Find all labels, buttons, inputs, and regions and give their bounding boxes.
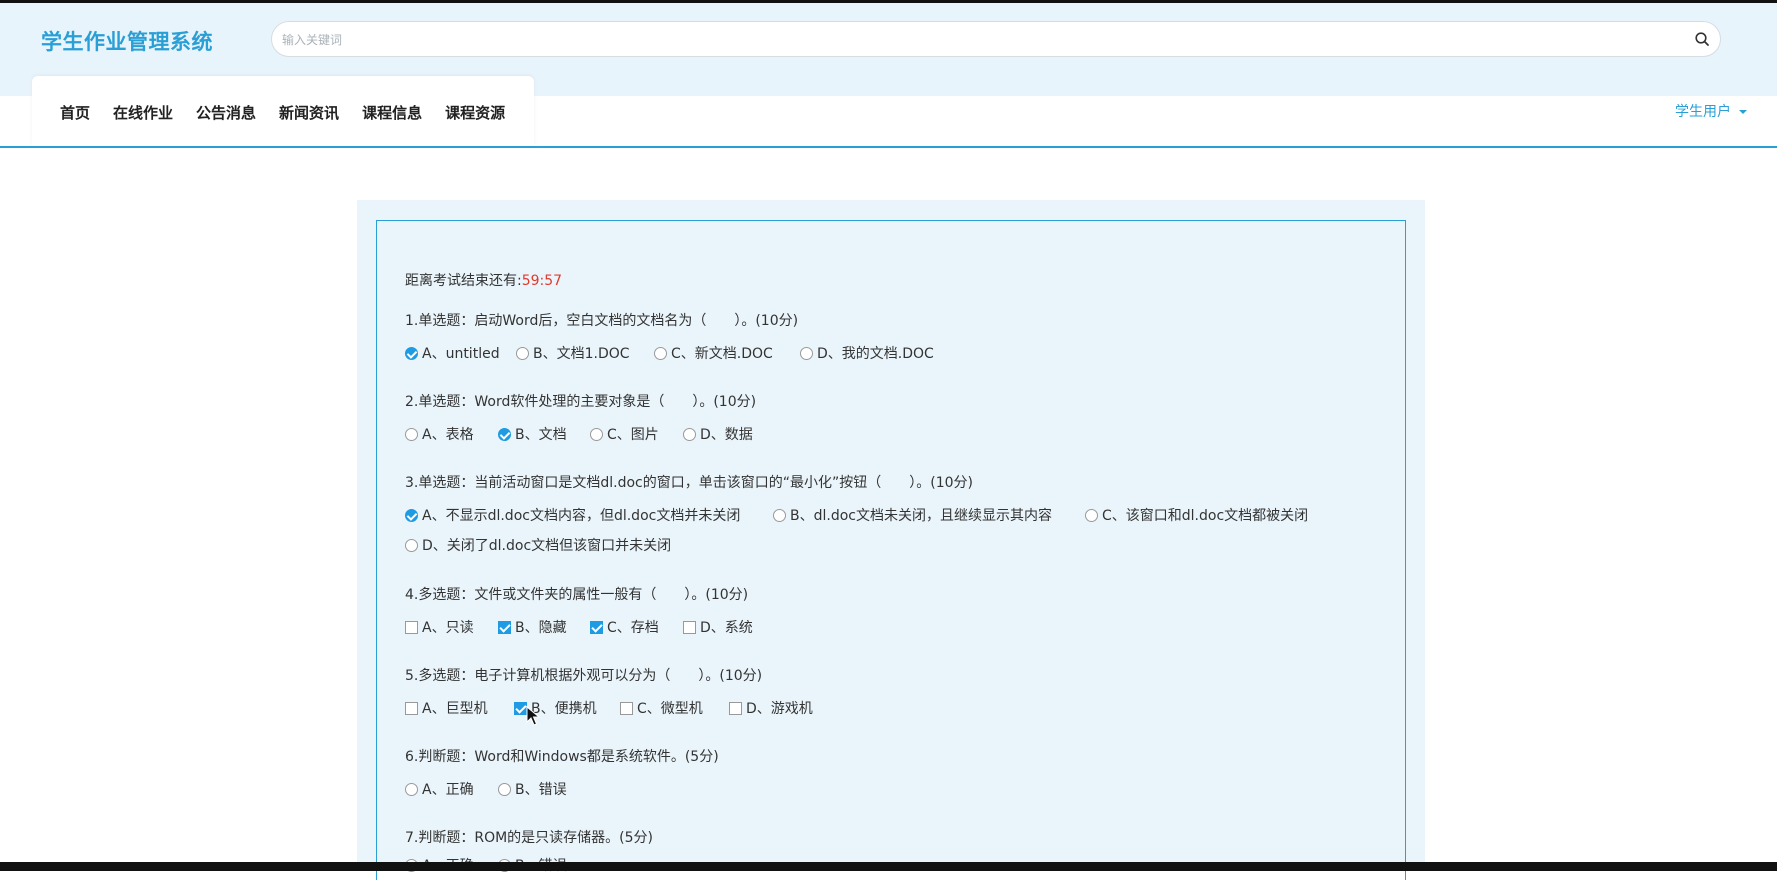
q1-option-c[interactable]: C、新文档.DOC <box>654 343 773 363</box>
q2-option-a[interactable]: A、表格 <box>405 424 474 444</box>
question-3-text: 3.单选题：当前活动窗口是文档dl.doc的窗口，单击该窗口的“最小化”按钮（ … <box>405 475 973 491</box>
q6-option-a[interactable]: A、正确 <box>405 779 474 799</box>
nav-announcements[interactable]: 公告消息 <box>196 100 256 125</box>
radio-checked-icon <box>498 427 511 441</box>
radio-icon <box>800 346 813 360</box>
q1-option-d[interactable]: D、我的文档.DOC <box>800 343 934 363</box>
option-label: A、只读 <box>422 620 474 636</box>
option-label: B、文档 <box>515 427 567 443</box>
checkbox-icon <box>683 620 696 634</box>
search-bar <box>271 21 1721 58</box>
checkbox-checked-icon <box>498 620 511 634</box>
option-label: B、文档1.DOC <box>533 346 630 362</box>
checkbox-icon <box>405 701 418 715</box>
q2-option-c[interactable]: C、图片 <box>590 424 659 444</box>
q5-option-c[interactable]: C、微型机 <box>620 698 703 718</box>
option-label: C、图片 <box>607 427 659 443</box>
option-label: D、数据 <box>700 427 753 443</box>
radio-icon <box>773 508 786 522</box>
radio-icon <box>405 782 418 796</box>
caret-down-icon <box>1739 110 1747 114</box>
option-label: D、系统 <box>700 620 753 636</box>
question-4-text: 4.多选题：文件或文件夹的属性一般有（ ）。(10分) <box>405 587 749 603</box>
timer-label: 距离考试结束还有: <box>405 273 522 289</box>
question-7-text: 7.判断题：ROM的是只读存储器。(5分) <box>405 830 654 846</box>
search-input[interactable] <box>280 22 1664 58</box>
radio-icon <box>498 782 511 796</box>
mouse-pointer-icon <box>526 706 540 726</box>
question-5-text: 5.多选题：电子计算机根据外观可以分为（ ）。(10分) <box>405 668 763 684</box>
nav-news[interactable]: 新闻资讯 <box>279 100 339 125</box>
radio-icon <box>683 427 696 441</box>
search-icon[interactable] <box>1694 31 1710 47</box>
option-label: C、新文档.DOC <box>671 346 773 362</box>
q3-option-c[interactable]: C、该窗口和dl.doc文档都被关闭 <box>1085 505 1308 525</box>
radio-checked-icon <box>405 508 418 522</box>
timer-value: 59:57 <box>521 273 563 289</box>
question-1-text: 1.单选题：启动Word后，空白文档的文档名为（ ）。(10分) <box>405 313 799 329</box>
q3-option-a[interactable]: A、不显示dl.doc文档内容，但dl.doc文档并未关闭 <box>405 505 740 525</box>
nav-course-info[interactable]: 课程信息 <box>362 100 422 125</box>
radio-icon <box>1085 508 1098 522</box>
q4-option-b[interactable]: B、隐藏 <box>498 617 567 637</box>
option-label: D、我的文档.DOC <box>817 346 934 362</box>
option-label: B、错误 <box>515 782 567 798</box>
option-label: A、巨型机 <box>422 701 488 717</box>
option-label: A、表格 <box>422 427 474 443</box>
nav-home[interactable]: 首页 <box>60 100 90 125</box>
option-label: C、微型机 <box>637 701 703 717</box>
option-label: B、dl.doc文档未关闭，且继续显示其内容 <box>790 508 1052 524</box>
q1-option-b[interactable]: B、文档1.DOC <box>516 343 630 363</box>
q4-option-a[interactable]: A、只读 <box>405 617 474 637</box>
checkbox-icon <box>620 701 633 715</box>
option-label: C、存档 <box>607 620 659 636</box>
q5-option-a[interactable]: A、巨型机 <box>405 698 488 718</box>
main-nav: 首页 在线作业 公告消息 新闻资讯 课程信息 课程资源 <box>60 100 528 125</box>
checkbox-icon <box>729 701 742 715</box>
radio-icon <box>405 427 418 441</box>
option-label: D、游戏机 <box>746 701 813 717</box>
nav-course-resources[interactable]: 课程资源 <box>445 100 505 125</box>
option-label: A、不显示dl.doc文档内容，但dl.doc文档并未关闭 <box>422 508 741 524</box>
user-menu[interactable]: 学生用户 <box>1675 101 1747 121</box>
radio-icon <box>590 427 603 441</box>
q4-option-c[interactable]: C、存档 <box>590 617 659 637</box>
user-menu-label: 学生用户 <box>1675 104 1731 120</box>
exam-timer: 距离考试结束还有:59:57 <box>405 270 562 290</box>
option-label: B、隐藏 <box>515 620 567 636</box>
q2-option-d[interactable]: D、数据 <box>683 424 753 444</box>
nav-online-homework[interactable]: 在线作业 <box>113 100 173 125</box>
radio-icon <box>405 538 418 552</box>
radio-icon <box>516 346 529 360</box>
app-logo-title: 学生作业管理系统 <box>41 30 213 54</box>
q6-option-b[interactable]: B、错误 <box>498 779 567 799</box>
window-bottom-edge <box>0 862 1777 871</box>
q1-option-a[interactable]: A、untitled <box>405 343 500 363</box>
question-6-text: 6.判断题：Word和Windows都是系统软件。(5分) <box>405 749 719 765</box>
q3-option-b[interactable]: B、dl.doc文档未关闭，且继续显示其内容 <box>773 505 1052 525</box>
q5-option-d[interactable]: D、游戏机 <box>729 698 813 718</box>
option-label: B、便携机 <box>531 701 597 717</box>
q3-option-d[interactable]: D、关闭了dl.doc文档但该窗口并未关闭 <box>405 535 671 555</box>
radio-checked-icon <box>405 346 418 360</box>
option-label: A、正确 <box>422 782 474 798</box>
option-label: A、untitled <box>422 346 500 362</box>
question-2-text: 2.单选题：Word软件处理的主要对象是（ ）。(10分) <box>405 394 757 410</box>
q4-option-d[interactable]: D、系统 <box>683 617 753 637</box>
checkbox-icon <box>405 620 418 634</box>
option-label: C、该窗口和dl.doc文档都被关闭 <box>1102 508 1309 524</box>
option-label: D、关闭了dl.doc文档但该窗口并未关闭 <box>422 538 672 554</box>
checkbox-checked-icon <box>590 620 603 634</box>
radio-icon <box>654 346 667 360</box>
q2-option-b[interactable]: B、文档 <box>498 424 567 444</box>
